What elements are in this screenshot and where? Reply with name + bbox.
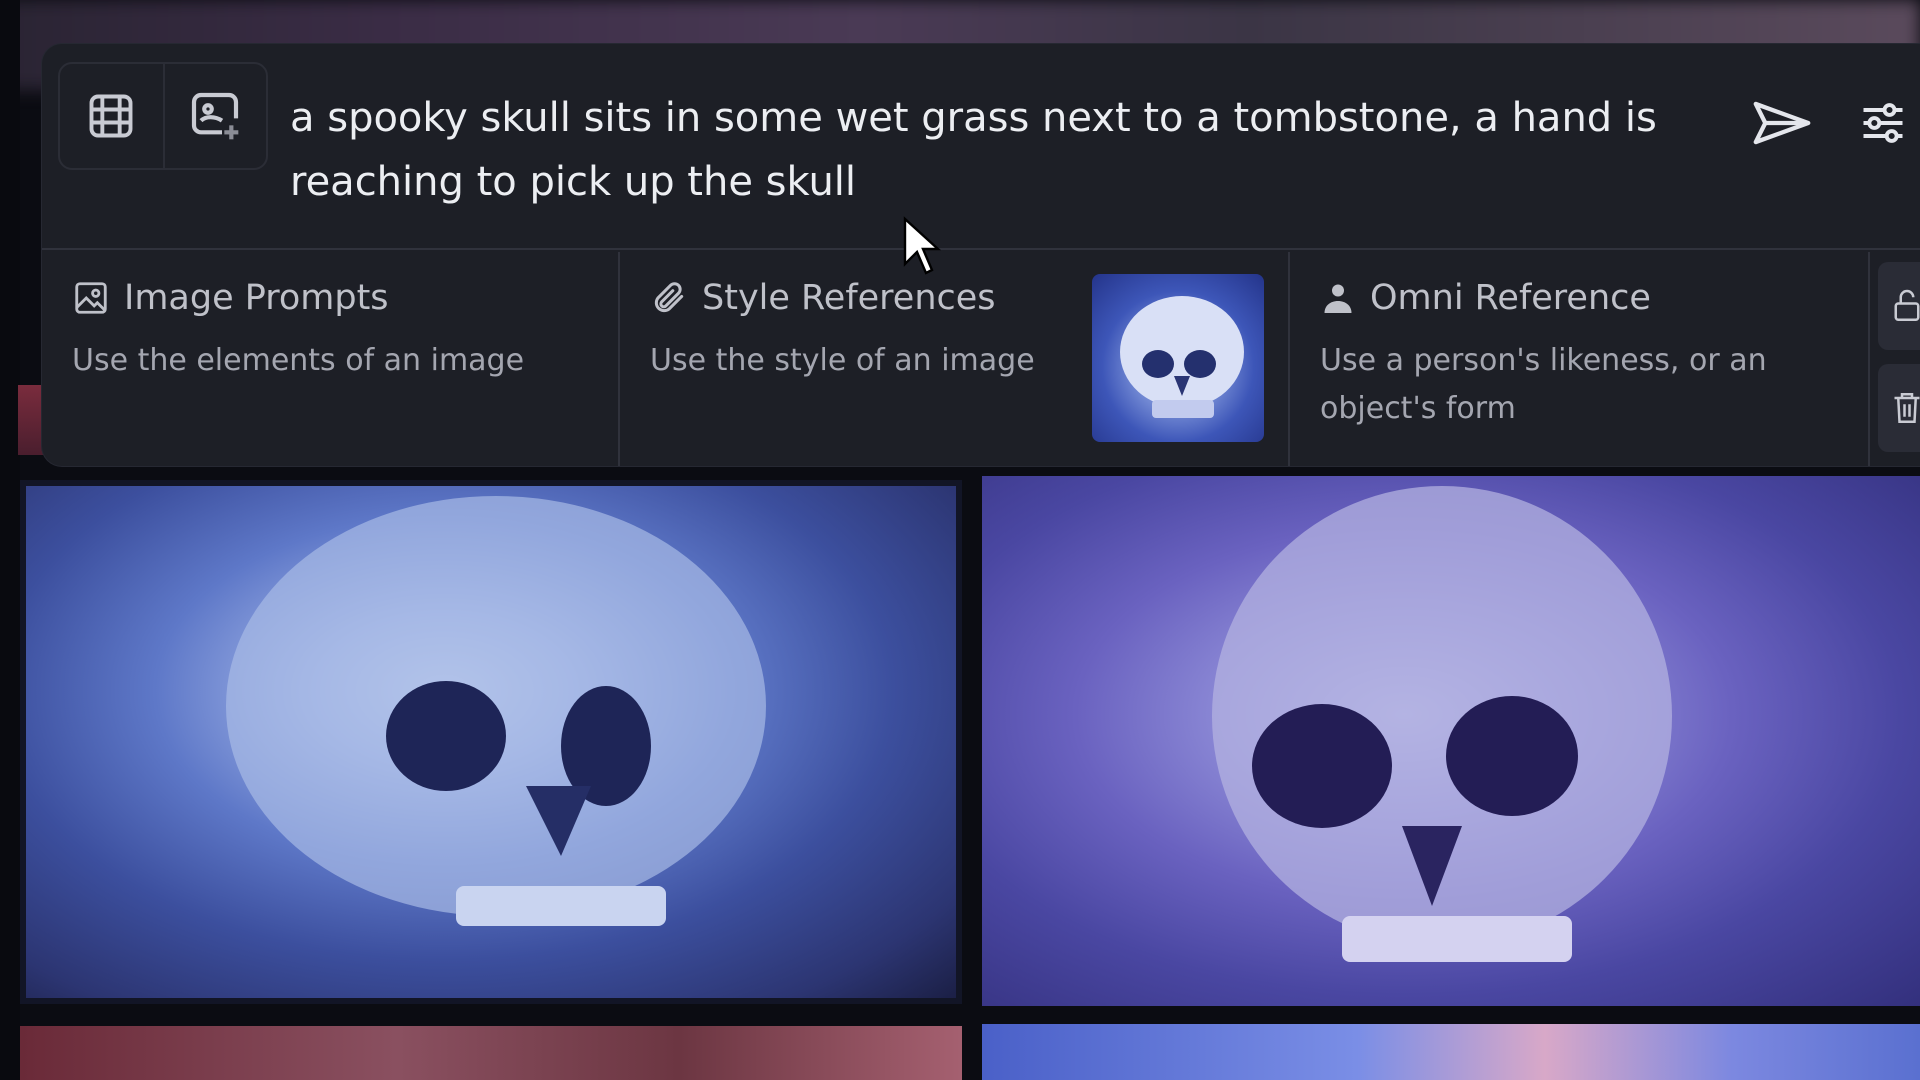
video-mode-button[interactable]	[60, 64, 163, 168]
unlock-button[interactable]	[1878, 262, 1920, 350]
delete-button[interactable]	[1878, 364, 1920, 452]
settings-sliders-icon	[1863, 103, 1903, 143]
left-edge	[0, 0, 20, 1080]
paperclip-icon	[654, 282, 684, 313]
prompt-input[interactable]: a spooky skull sits in some wet grass ne…	[290, 86, 1710, 214]
reference-row: Image Prompts Use the elements of an ima…	[42, 252, 1920, 466]
image-add-icon	[192, 92, 239, 140]
trash-icon	[1894, 393, 1920, 423]
generated-image-3[interactable]	[20, 1026, 962, 1080]
unlock-icon	[1894, 289, 1920, 321]
left-accent	[18, 385, 44, 455]
prompt-row: a spooky skull sits in some wet grass ne…	[42, 44, 1920, 250]
send-button[interactable]	[1742, 88, 1822, 158]
image-prompts-section[interactable]: Image Prompts Use the elements of an ima…	[42, 252, 620, 466]
omni-reference-section[interactable]: Omni Reference Use a person's likeness, …	[1290, 252, 1870, 466]
generated-image-1[interactable]	[20, 480, 962, 1004]
omni-reference-label: Omni Reference	[1370, 278, 1651, 318]
prompt-panel: a spooky skull sits in some wet grass ne…	[42, 44, 1920, 466]
image-icon	[75, 282, 107, 314]
image-prompts-description: Use the elements of an image	[72, 343, 525, 378]
generated-image-2[interactable]	[982, 476, 1920, 1006]
video-frame-icon	[90, 94, 133, 138]
omni-reference-title: Omni Reference	[1320, 278, 1651, 318]
image-prompts-label: Image Prompts	[124, 278, 389, 318]
send-icon	[1753, 101, 1811, 145]
style-reference-thumbnail[interactable]	[1092, 274, 1264, 442]
style-references-title: Style References	[650, 278, 996, 318]
mouse-cursor-icon	[903, 216, 942, 275]
image-prompts-title: Image Prompts	[72, 278, 389, 318]
style-references-label: Style References	[702, 278, 996, 318]
person-icon	[1324, 284, 1352, 313]
omni-reference-description: Use a person's likeness, or an object's …	[1320, 343, 1767, 426]
tool-group	[58, 62, 268, 170]
generated-image-4[interactable]	[982, 1024, 1920, 1080]
add-image-button[interactable]	[162, 64, 266, 168]
settings-button[interactable]	[1848, 88, 1918, 158]
style-references-description: Use the style of an image	[650, 343, 1035, 378]
